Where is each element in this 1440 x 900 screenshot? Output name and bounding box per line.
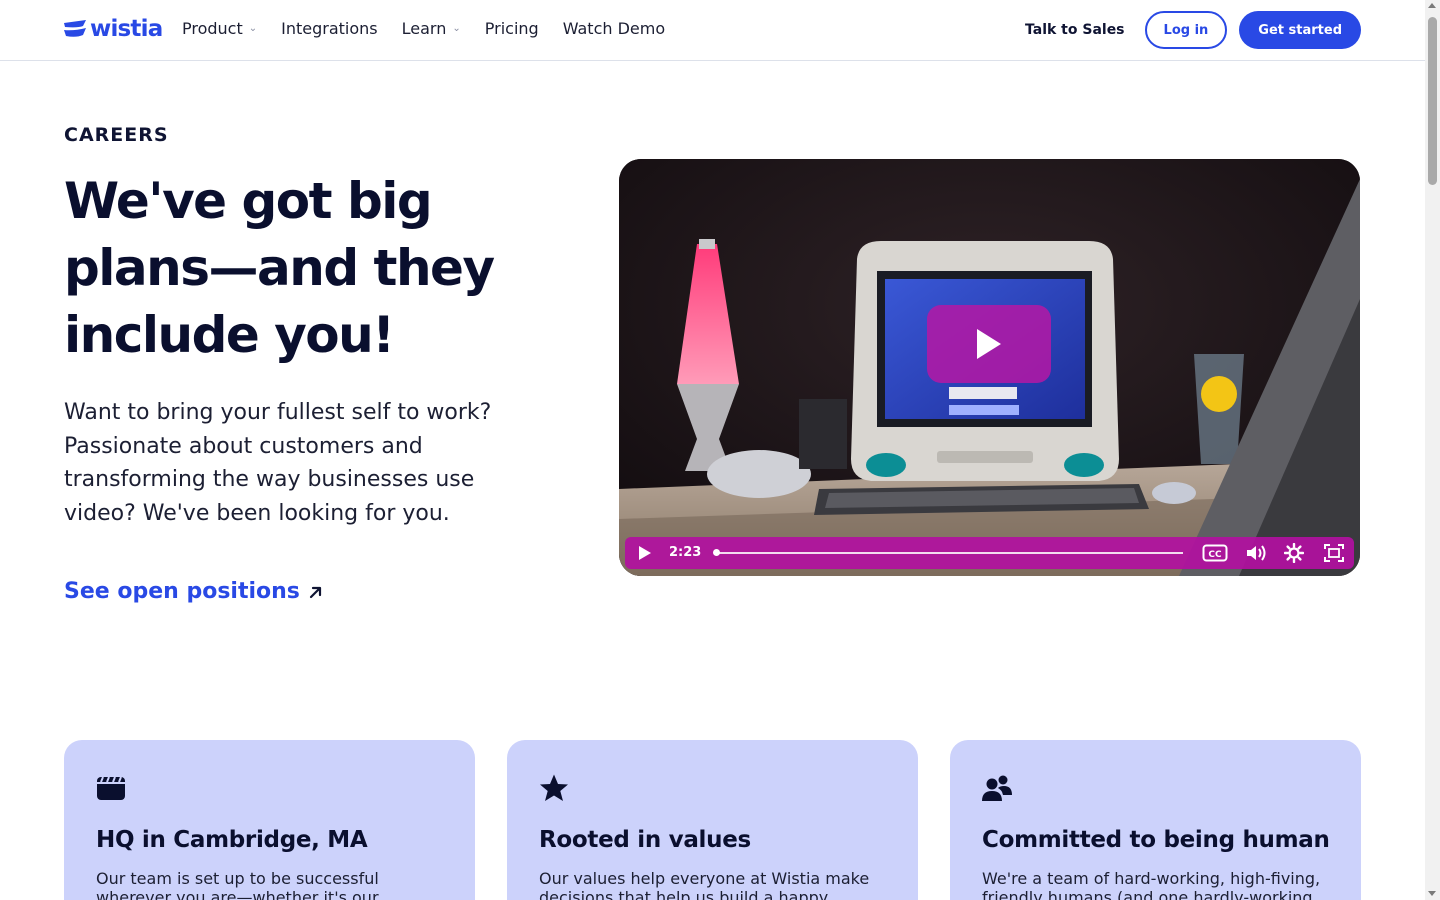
play-icon [977, 329, 1001, 359]
primary-nav: Product ⌄ Integrations Learn ⌄ Pricing W… [182, 19, 665, 38]
volume-icon[interactable] [1245, 543, 1267, 563]
cta-label: See open positions [64, 579, 300, 604]
captions-icon[interactable]: CC [1202, 543, 1228, 563]
play-icon[interactable] [639, 546, 651, 560]
get-started-button[interactable]: Get started [1239, 11, 1361, 49]
scroll-down-arrow-icon[interactable] [1428, 891, 1436, 896]
nav-watch-demo-label: Watch Demo [562, 19, 666, 38]
login-button[interactable]: Log in [1144, 11, 1228, 49]
chevron-down-icon: ⌄ [452, 23, 461, 34]
section-eyebrow: CAREERS [64, 124, 169, 146]
settings-icon[interactable] [1284, 543, 1304, 563]
video-player[interactable]: 2:23 CC [619, 159, 1360, 576]
scroll-thumb[interactable] [1428, 17, 1437, 185]
wistia-logo[interactable]: wistia [64, 16, 163, 42]
headline-line-2: plans—and they [64, 239, 495, 297]
nav-learn[interactable]: Learn ⌄ [402, 19, 461, 38]
nav-pricing[interactable]: Pricing [485, 19, 539, 38]
site-header: wistia Product ⌄ Integrations Learn ⌄ Pr… [0, 0, 1425, 61]
see-open-positions-link[interactable]: See open positions [64, 579, 324, 604]
svg-text:CC: CC [1208, 550, 1222, 560]
clapperboard-icon [97, 776, 125, 800]
nav-pricing-label: Pricing [484, 19, 539, 38]
nav-integrations-label: Integrations [281, 19, 378, 38]
play-video-button[interactable] [927, 305, 1051, 383]
nav-integrations[interactable]: Integrations [281, 19, 378, 38]
scroll-up-arrow-icon[interactable] [1428, 3, 1436, 8]
star-icon [540, 774, 568, 801]
nav-product[interactable]: Product ⌄ [182, 19, 257, 38]
card-title: Committed to being human [982, 827, 1330, 853]
people-icon [982, 775, 1012, 801]
card-body: Our values help everyone at Wistia make … [539, 869, 870, 900]
video-timestamp: 2:23 [669, 545, 702, 560]
card-title: HQ in Cambridge, MA [96, 827, 368, 853]
fullscreen-icon[interactable] [1323, 543, 1345, 563]
hero-description: Want to bring your fullest self to work?… [64, 400, 492, 526]
header-actions: Talk to Sales Log in Get started [1025, 11, 1361, 49]
headline-line-3: include you! [64, 306, 395, 364]
video-progress-track[interactable] [715, 552, 1183, 554]
page-scrollbar[interactable] [1425, 0, 1440, 900]
nav-watch-demo[interactable]: Watch Demo [563, 19, 665, 38]
video-progress-knob[interactable] [713, 549, 720, 556]
feature-card-human: Committed to being human We're a team of… [950, 740, 1361, 900]
video-control-bar: 2:23 CC [625, 537, 1354, 569]
card-body: Our team is set up to be successful wher… [96, 869, 379, 900]
headline-line-1: We've got big [64, 172, 433, 230]
feature-card-values: Rooted in values Our values help everyon… [507, 740, 918, 900]
card-title: Rooted in values [539, 827, 751, 853]
wistia-logo-icon [64, 20, 86, 37]
nav-product-label: Product [182, 19, 243, 38]
card-body: We're a team of hard-working, high-fivin… [982, 869, 1321, 900]
talk-to-sales-link[interactable]: Talk to Sales [1025, 22, 1125, 38]
chevron-down-icon: ⌄ [248, 23, 258, 34]
nav-learn-label: Learn [401, 19, 447, 38]
page-headline: We've got big plans—and they include you… [64, 168, 564, 369]
arrow-up-right-icon [309, 586, 321, 598]
logo-wordmark: wistia [90, 16, 163, 42]
feature-card-hq: HQ in Cambridge, MA Our team is set up t… [64, 740, 475, 900]
